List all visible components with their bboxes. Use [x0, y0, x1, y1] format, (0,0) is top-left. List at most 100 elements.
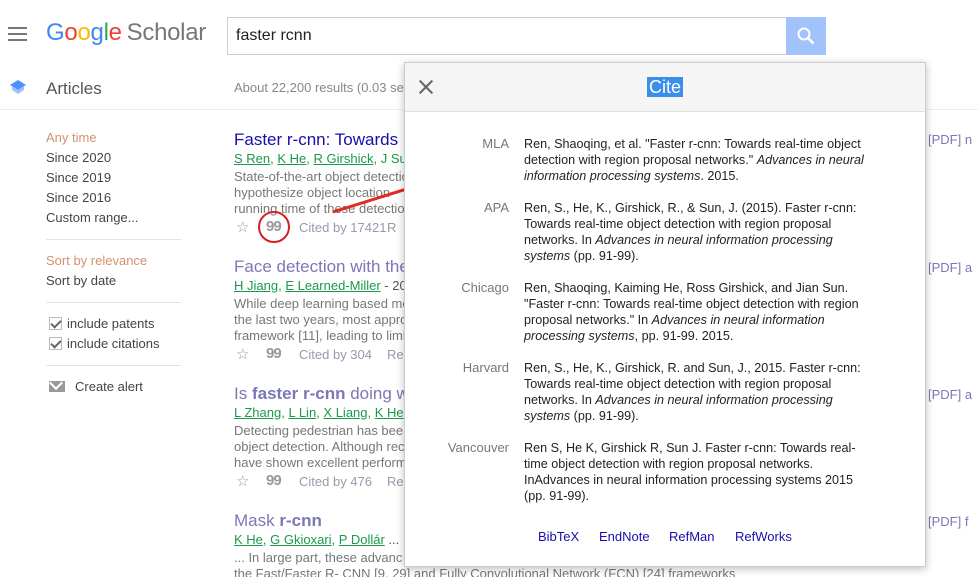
citation-line: "Faster r-cnn: Towards real-time object … — [524, 297, 859, 311]
cited-by-link[interactable]: Cited by 17421 — [299, 220, 386, 235]
citation-line: detection with region proposal networks.… — [524, 153, 864, 167]
snippet-line: the Fast/Faster R- CNN [9, 29] and Fully… — [234, 566, 736, 577]
result-title-3[interactable]: Is faster r-cnn doing w — [234, 384, 409, 404]
export-bibtex[interactable]: BibTeX — [538, 529, 579, 544]
export-endnote[interactable]: EndNote — [599, 529, 650, 544]
save-star-icon[interactable]: ☆ — [236, 345, 249, 363]
export-refworks[interactable]: RefWorks — [735, 529, 792, 544]
save-star-icon[interactable]: ☆ — [236, 218, 249, 236]
author-link[interactable]: H Jiang — [234, 278, 278, 293]
search-button[interactable] — [786, 17, 826, 55]
snippet-line: While deep learning based me — [234, 296, 410, 311]
logo-google: Google — [46, 19, 122, 46]
filter-custom-range[interactable]: Custom range... — [46, 210, 139, 225]
citation-line: processing systems, pp. 91-99. 2015. — [524, 329, 734, 343]
author-link[interactable]: K He — [234, 532, 263, 547]
logo-scholar: Scholar — [126, 19, 207, 46]
author-link[interactable]: G Gkioxari — [270, 532, 331, 547]
author-link[interactable]: S Ren — [234, 151, 270, 166]
result-snippet-3: Detecting pedestrian has been object det… — [234, 423, 410, 471]
sidebar-divider — [46, 239, 181, 240]
annotation-circle — [258, 211, 290, 243]
result-title-4[interactable]: Mask r-cnn — [234, 511, 322, 531]
export-refman[interactable]: RefMan — [669, 529, 715, 544]
citation-line: Ren, S., He, K., Girshick, R. and Sun, J… — [524, 361, 861, 375]
related-link[interactable]: Re — [387, 347, 404, 362]
citation-text-vancouver[interactable]: Ren S, He K, Girshick R, Sun J. Faster r… — [524, 440, 884, 504]
author-link[interactable]: L Lin — [288, 405, 316, 420]
pdf-link-4[interactable]: [PDF] f — [928, 514, 968, 529]
result-title-text: Faster r-cnn: Towards — [234, 130, 399, 149]
citation-line: Ren S, He K, Girshick R, Sun J. Faster r… — [524, 441, 856, 455]
cite-dialog: Cite MLA Ren, Shaoqing, et al. "Faster r-… — [404, 62, 926, 567]
citation-line: networks. In Advances in neural informat… — [524, 233, 833, 247]
include-citations-label[interactable]: include citations — [67, 336, 160, 351]
citation-text-apa[interactable]: Ren, S., He, K., Girshick, R., & Sun, J.… — [524, 200, 884, 264]
pdf-link-3[interactable]: [PDF] a — [928, 387, 972, 402]
citation-text-mla[interactable]: Ren, Shaoqing, et al. "Faster r-cnn: Tow… — [524, 136, 884, 184]
mail-icon — [49, 381, 65, 392]
close-icon[interactable] — [419, 80, 433, 94]
title-part: Mask — [234, 511, 280, 530]
citation-style-vancouver: Vancouver — [447, 440, 509, 455]
citation-line: InAdvances in neural information process… — [524, 473, 854, 487]
results-count: About 22,200 results (0.03 se — [234, 80, 404, 95]
sidebar-divider — [46, 365, 181, 366]
result-authors-3: L Zhang, L Lin, X Liang, K He — [234, 405, 404, 420]
sort-by-date[interactable]: Sort by date — [46, 273, 116, 288]
snippet-line: framework [11], leading to limi — [234, 328, 406, 343]
google-scholar-logo[interactable]: Google Scholar — [46, 19, 206, 47]
author-link[interactable]: E Learned-Miller — [285, 278, 380, 293]
pdf-link-2[interactable]: [PDF] a — [928, 260, 972, 275]
citation-line: systems (pp. 91-99). — [524, 249, 639, 263]
save-star-icon[interactable]: ☆ — [236, 472, 249, 490]
sort-by-relevance[interactable]: Sort by relevance — [46, 253, 147, 268]
authors-tail: ... — [384, 532, 400, 547]
result-title-2[interactable]: Face detection with the — [234, 257, 409, 277]
citation-style-chicago: Chicago — [461, 280, 509, 295]
related-link[interactable]: Re — [387, 474, 404, 489]
author-link[interactable]: X Liang — [323, 405, 367, 420]
result-title-1[interactable]: Faster r-cnn: Towards — [234, 130, 398, 150]
sidebar-divider — [46, 302, 181, 303]
snippet-line: the last two years, most appro — [234, 312, 408, 327]
citation-line: Ren, S., He, K., Girshick, R., & Sun, J.… — [524, 201, 857, 215]
result-authors-2: H Jiang, E Learned-Miller - 20 — [234, 278, 407, 293]
articles-icon — [10, 80, 26, 94]
citation-line: Ren, Shaoqing, et al. "Faster r-cnn: Tow… — [524, 137, 861, 151]
citation-text-harvard[interactable]: Ren, S., He, K., Girshick, R. and Sun, J… — [524, 360, 884, 424]
include-patents-label[interactable]: include patents — [67, 316, 154, 331]
citation-line: networks. In Advances in neural informat… — [524, 393, 833, 407]
cited-by-link[interactable]: Cited by 476 — [299, 474, 372, 489]
pdf-link-1[interactable]: [PDF] n — [928, 132, 972, 147]
author-link[interactable]: K He — [375, 405, 404, 420]
related-link[interactable]: R — [387, 220, 396, 235]
articles-heading: Articles — [46, 79, 102, 98]
cited-by-link[interactable]: Cited by 304 — [299, 347, 372, 362]
include-citations-checkbox[interactable] — [49, 337, 62, 350]
citation-text-chicago[interactable]: Ren, Shaoqing, Kaiming He, Ross Girshick… — [524, 280, 884, 344]
author-link[interactable]: L Zhang — [234, 405, 281, 420]
cite-quote-icon[interactable]: 99 — [266, 345, 282, 362]
filter-since-2016[interactable]: Since 2016 — [46, 190, 111, 205]
filter-since-2019[interactable]: Since 2019 — [46, 170, 111, 185]
citation-style-harvard: Harvard — [462, 360, 509, 375]
citation-line: (pp. 91-99). — [524, 489, 590, 503]
citation-style-apa: APA — [483, 200, 509, 215]
create-alert-link[interactable]: Create alert — [75, 379, 143, 394]
authors-tail: - 20 — [380, 278, 407, 293]
filter-any-time[interactable]: Any time — [46, 130, 97, 145]
cite-quote-icon[interactable]: 99 — [266, 472, 282, 489]
search-input[interactable]: faster rcnn — [227, 17, 787, 55]
dialog-title: Cite — [647, 77, 684, 97]
author-link[interactable]: P Dollár — [339, 532, 385, 547]
hamburger-menu-icon[interactable] — [8, 27, 27, 41]
dialog-header: Cite — [405, 63, 925, 112]
title-part: doing w — [345, 384, 409, 403]
include-patents-checkbox[interactable] — [49, 317, 62, 330]
filter-since-2020[interactable]: Since 2020 — [46, 150, 111, 165]
author-link[interactable]: K He — [277, 151, 306, 166]
top-bar: Google Scholar faster rcnn — [0, 0, 978, 66]
citation-style-mla: MLA — [482, 136, 509, 151]
result-authors-4: K He, G Gkioxari, P Dollár ... — [234, 532, 400, 547]
